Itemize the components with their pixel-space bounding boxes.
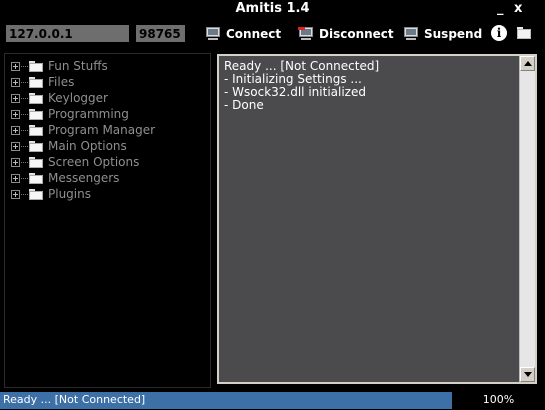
status-text: Ready ... [Not Connected]	[3, 393, 146, 406]
log-scrollbar[interactable]	[519, 56, 535, 382]
expand-icon[interactable]	[11, 61, 20, 71]
tree-item-label: Files	[48, 75, 75, 89]
expand-icon[interactable]	[11, 77, 20, 87]
folder-icon	[29, 188, 43, 200]
tree-item-label: Programming	[48, 107, 129, 121]
arrow-up-icon	[524, 61, 532, 66]
folder-icon	[29, 60, 43, 72]
folder-icon	[29, 92, 43, 104]
folder-icon	[29, 124, 43, 136]
connect-button[interactable]: Connect	[205, 25, 281, 43]
connect-label: Connect	[226, 27, 282, 41]
expand-icon[interactable]	[11, 141, 20, 151]
tree-item-keylogger[interactable]: Keylogger	[11, 90, 108, 106]
folder-icon	[29, 108, 43, 120]
log-line: - Done	[224, 98, 264, 112]
expand-icon[interactable]	[11, 109, 20, 119]
tree-item-label: Program Manager	[48, 123, 156, 137]
arrow-down-icon	[524, 372, 532, 377]
tree-item-label: Messengers	[48, 171, 120, 185]
title-bar: Amitis 1.4 _ x	[0, 0, 545, 20]
expand-icon[interactable]	[11, 157, 20, 167]
folder-icon	[29, 140, 43, 152]
tree-item-label: Screen Options	[48, 155, 140, 169]
tree-item-fun-stuffs[interactable]: Fun Stuffs	[11, 58, 108, 74]
feature-tree: Fun Stuffs Files Keylogger Programming P…	[4, 53, 211, 388]
tree-item-programming[interactable]: Programming	[11, 106, 129, 122]
log-panel[interactable]: Ready ... [Not Connected] - Initializing…	[217, 54, 537, 384]
folder-icon	[29, 156, 43, 168]
tree-item-messengers[interactable]: Messengers	[11, 170, 119, 186]
log-line: - Wsock32.dll initialized	[224, 85, 366, 99]
disconnect-label: Disconnect	[319, 27, 394, 41]
tree-item-label: Fun Stuffs	[48, 59, 108, 73]
expand-icon[interactable]	[11, 173, 20, 183]
tree-item-main-options[interactable]: Main Options	[11, 138, 127, 154]
folder-icon[interactable]	[517, 27, 531, 39]
scroll-down-button[interactable]	[520, 367, 535, 382]
suspend-button[interactable]: Suspend	[403, 25, 482, 43]
expand-icon[interactable]	[11, 189, 20, 199]
tree-item-label: Main Options	[48, 139, 127, 153]
log-output: Ready ... [Not Connected] - Initializing…	[224, 60, 514, 378]
ip-address-field[interactable]	[6, 25, 129, 42]
folder-icon	[29, 76, 43, 88]
expand-icon[interactable]	[11, 93, 20, 103]
close-button[interactable]: x	[514, 1, 522, 16]
tree-item-label: Plugins	[48, 187, 91, 201]
scroll-up-button[interactable]	[520, 56, 535, 71]
window-title: Amitis 1.4	[235, 1, 310, 16]
minimize-button[interactable]: _	[497, 1, 504, 16]
tree-item-program-manager[interactable]: Program Manager	[11, 122, 155, 138]
computer-suspend-icon	[403, 27, 420, 41]
folder-icon	[29, 172, 43, 184]
computer-disconnect-icon	[298, 27, 315, 41]
suspend-label: Suspend	[424, 27, 483, 41]
info-icon[interactable]: i	[491, 25, 507, 41]
computer-icon	[205, 27, 222, 41]
tree-item-files[interactable]: Files	[11, 74, 74, 90]
status-bar: Ready ... [Not Connected] 100%	[0, 392, 545, 409]
tree-item-plugins[interactable]: Plugins	[11, 186, 91, 202]
toolbar: Connect Disconnect Suspend	[0, 20, 545, 48]
tree-item-label: Keylogger	[48, 91, 108, 105]
tree-item-screen-options[interactable]: Screen Options	[11, 154, 139, 170]
status-percent: 100%	[482, 393, 515, 406]
disconnect-button[interactable]: Disconnect	[298, 25, 394, 43]
expand-icon[interactable]	[11, 125, 20, 135]
port-field[interactable]	[136, 25, 185, 42]
